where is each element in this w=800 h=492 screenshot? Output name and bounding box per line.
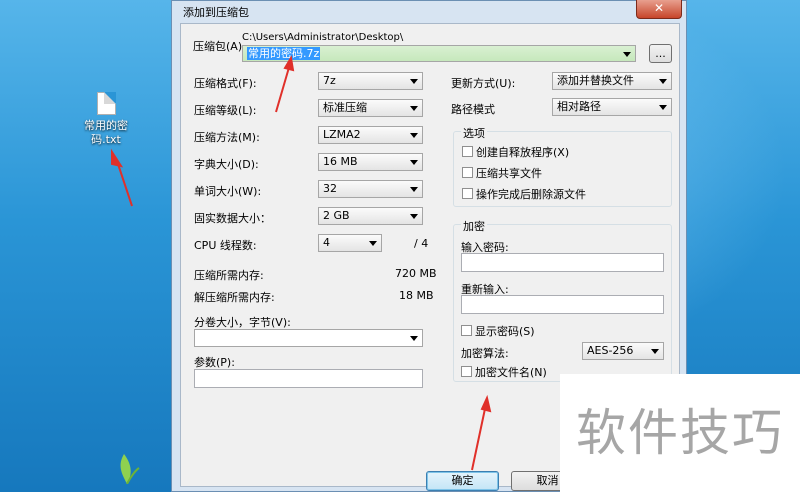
close-button[interactable]: ✕ — [636, 0, 682, 19]
format-value: 7z — [323, 74, 336, 87]
level-value: 标准压缩 — [323, 101, 367, 114]
chevron-down-icon — [410, 187, 418, 192]
dict-label: 字典大小(D): — [194, 158, 259, 171]
enc-method-value: AES-256 — [587, 344, 634, 357]
encrypt-names-label: 加密文件名(N) — [475, 366, 547, 379]
delete-checkbox[interactable] — [462, 188, 473, 199]
encryption-group: 加密 输入密码: 重新输入: 显示密码(S) 加密算法: AES-256 加密文… — [453, 218, 672, 382]
title-bar[interactable]: 添加到压缩包 ✕ — [172, 0, 686, 23]
dict-value: 16 MB — [323, 155, 358, 168]
archive-label: 压缩包(A) — [193, 40, 243, 53]
password-input[interactable] — [461, 253, 664, 272]
method-label: 压缩方法(M): — [194, 131, 260, 144]
cpu-label: CPU 线程数: — [194, 239, 257, 252]
browse-button[interactable]: ... — [649, 44, 672, 63]
archive-name-combo[interactable]: 常用的密码.7z — [242, 45, 636, 62]
mem-comp-value: 720 MB — [395, 267, 437, 280]
chevron-down-icon — [410, 106, 418, 111]
split-size-combo[interactable] — [194, 329, 423, 347]
archive-path: C:\Users\Administrator\Desktop\ — [242, 32, 404, 43]
sfx-checkbox[interactable] — [462, 146, 473, 157]
cpu-select[interactable]: 4 — [318, 234, 382, 252]
show-password-checkbox[interactable] — [461, 325, 472, 336]
text-file-icon — [96, 92, 116, 115]
enc-method-label: 加密算法: — [461, 347, 509, 360]
path-mode-select[interactable]: 相对路径 — [552, 98, 672, 116]
cpu-value: 4 — [323, 236, 330, 249]
word-select[interactable]: 32 — [318, 180, 423, 198]
chevron-down-icon — [410, 133, 418, 138]
chevron-down-icon — [623, 52, 631, 57]
params-label: 参数(P): — [194, 356, 235, 369]
archive-filename: 常用的密码.7z — [247, 47, 321, 60]
solid-select[interactable]: 2 GB — [318, 207, 423, 225]
update-select[interactable]: 添加并替换文件 — [552, 72, 672, 90]
chevron-down-icon — [659, 79, 667, 84]
desktop-file-label: 常用的密码.txt — [84, 119, 128, 146]
encrypt-names-checkbox[interactable] — [461, 366, 472, 377]
update-label: 更新方式(U): — [451, 77, 516, 90]
enc-method-select[interactable]: AES-256 — [582, 342, 664, 360]
dict-select[interactable]: 16 MB — [318, 153, 423, 171]
method-select[interactable]: LZMA2 — [318, 126, 423, 144]
level-label: 压缩等级(L): — [194, 104, 257, 117]
ok-button[interactable]: 确定 — [426, 471, 499, 491]
params-input[interactable] — [194, 369, 423, 388]
show-password-label: 显示密码(S) — [475, 325, 535, 338]
chevron-down-icon — [410, 214, 418, 219]
word-value: 32 — [323, 182, 337, 195]
reenter-input[interactable] — [461, 295, 664, 314]
encryption-title: 加密 — [461, 218, 487, 234]
solid-label: 固实数据大小： — [194, 212, 271, 225]
desktop-file-icon[interactable]: 常用的密码.txt — [76, 92, 136, 147]
shared-checkbox[interactable] — [462, 167, 473, 178]
options-group: 选项 创建自释放程序(X) 压缩共享文件 操作完成后删除源文件 — [453, 125, 672, 207]
format-label: 压缩格式(F): — [194, 77, 257, 90]
split-label: 分卷大小，字节(V): — [194, 316, 291, 329]
format-select[interactable]: 7z — [318, 72, 423, 90]
chevron-down-icon — [410, 160, 418, 165]
path-mode-value: 相对路径 — [557, 100, 601, 113]
mem-decomp-label: 解压缩所需内存: — [194, 291, 275, 304]
sfx-label: 创建自释放程序(X) — [476, 146, 570, 159]
chevron-down-icon — [659, 105, 667, 110]
mem-comp-label: 压缩所需内存: — [194, 269, 264, 282]
update-value: 添加并替换文件 — [557, 74, 634, 87]
shared-label: 压缩共享文件 — [476, 167, 542, 180]
options-title: 选项 — [461, 125, 487, 141]
method-value: LZMA2 — [323, 128, 361, 141]
path-mode-label: 路径模式 — [451, 103, 495, 116]
cpu-total: / 4 — [414, 237, 429, 250]
solid-value: 2 GB — [323, 209, 350, 222]
chevron-down-icon — [410, 336, 418, 341]
dialog-title: 添加到压缩包 — [183, 6, 249, 19]
leaf-icon — [120, 454, 140, 484]
word-label: 单词大小(W): — [194, 185, 262, 198]
delete-label: 操作完成后删除源文件 — [476, 188, 586, 201]
chevron-down-icon — [369, 241, 377, 246]
chevron-down-icon — [651, 349, 659, 354]
chevron-down-icon — [410, 79, 418, 84]
level-select[interactable]: 标准压缩 — [318, 99, 423, 117]
watermark: 软件技巧 — [560, 374, 800, 492]
mem-decomp-value: 18 MB — [399, 289, 434, 302]
